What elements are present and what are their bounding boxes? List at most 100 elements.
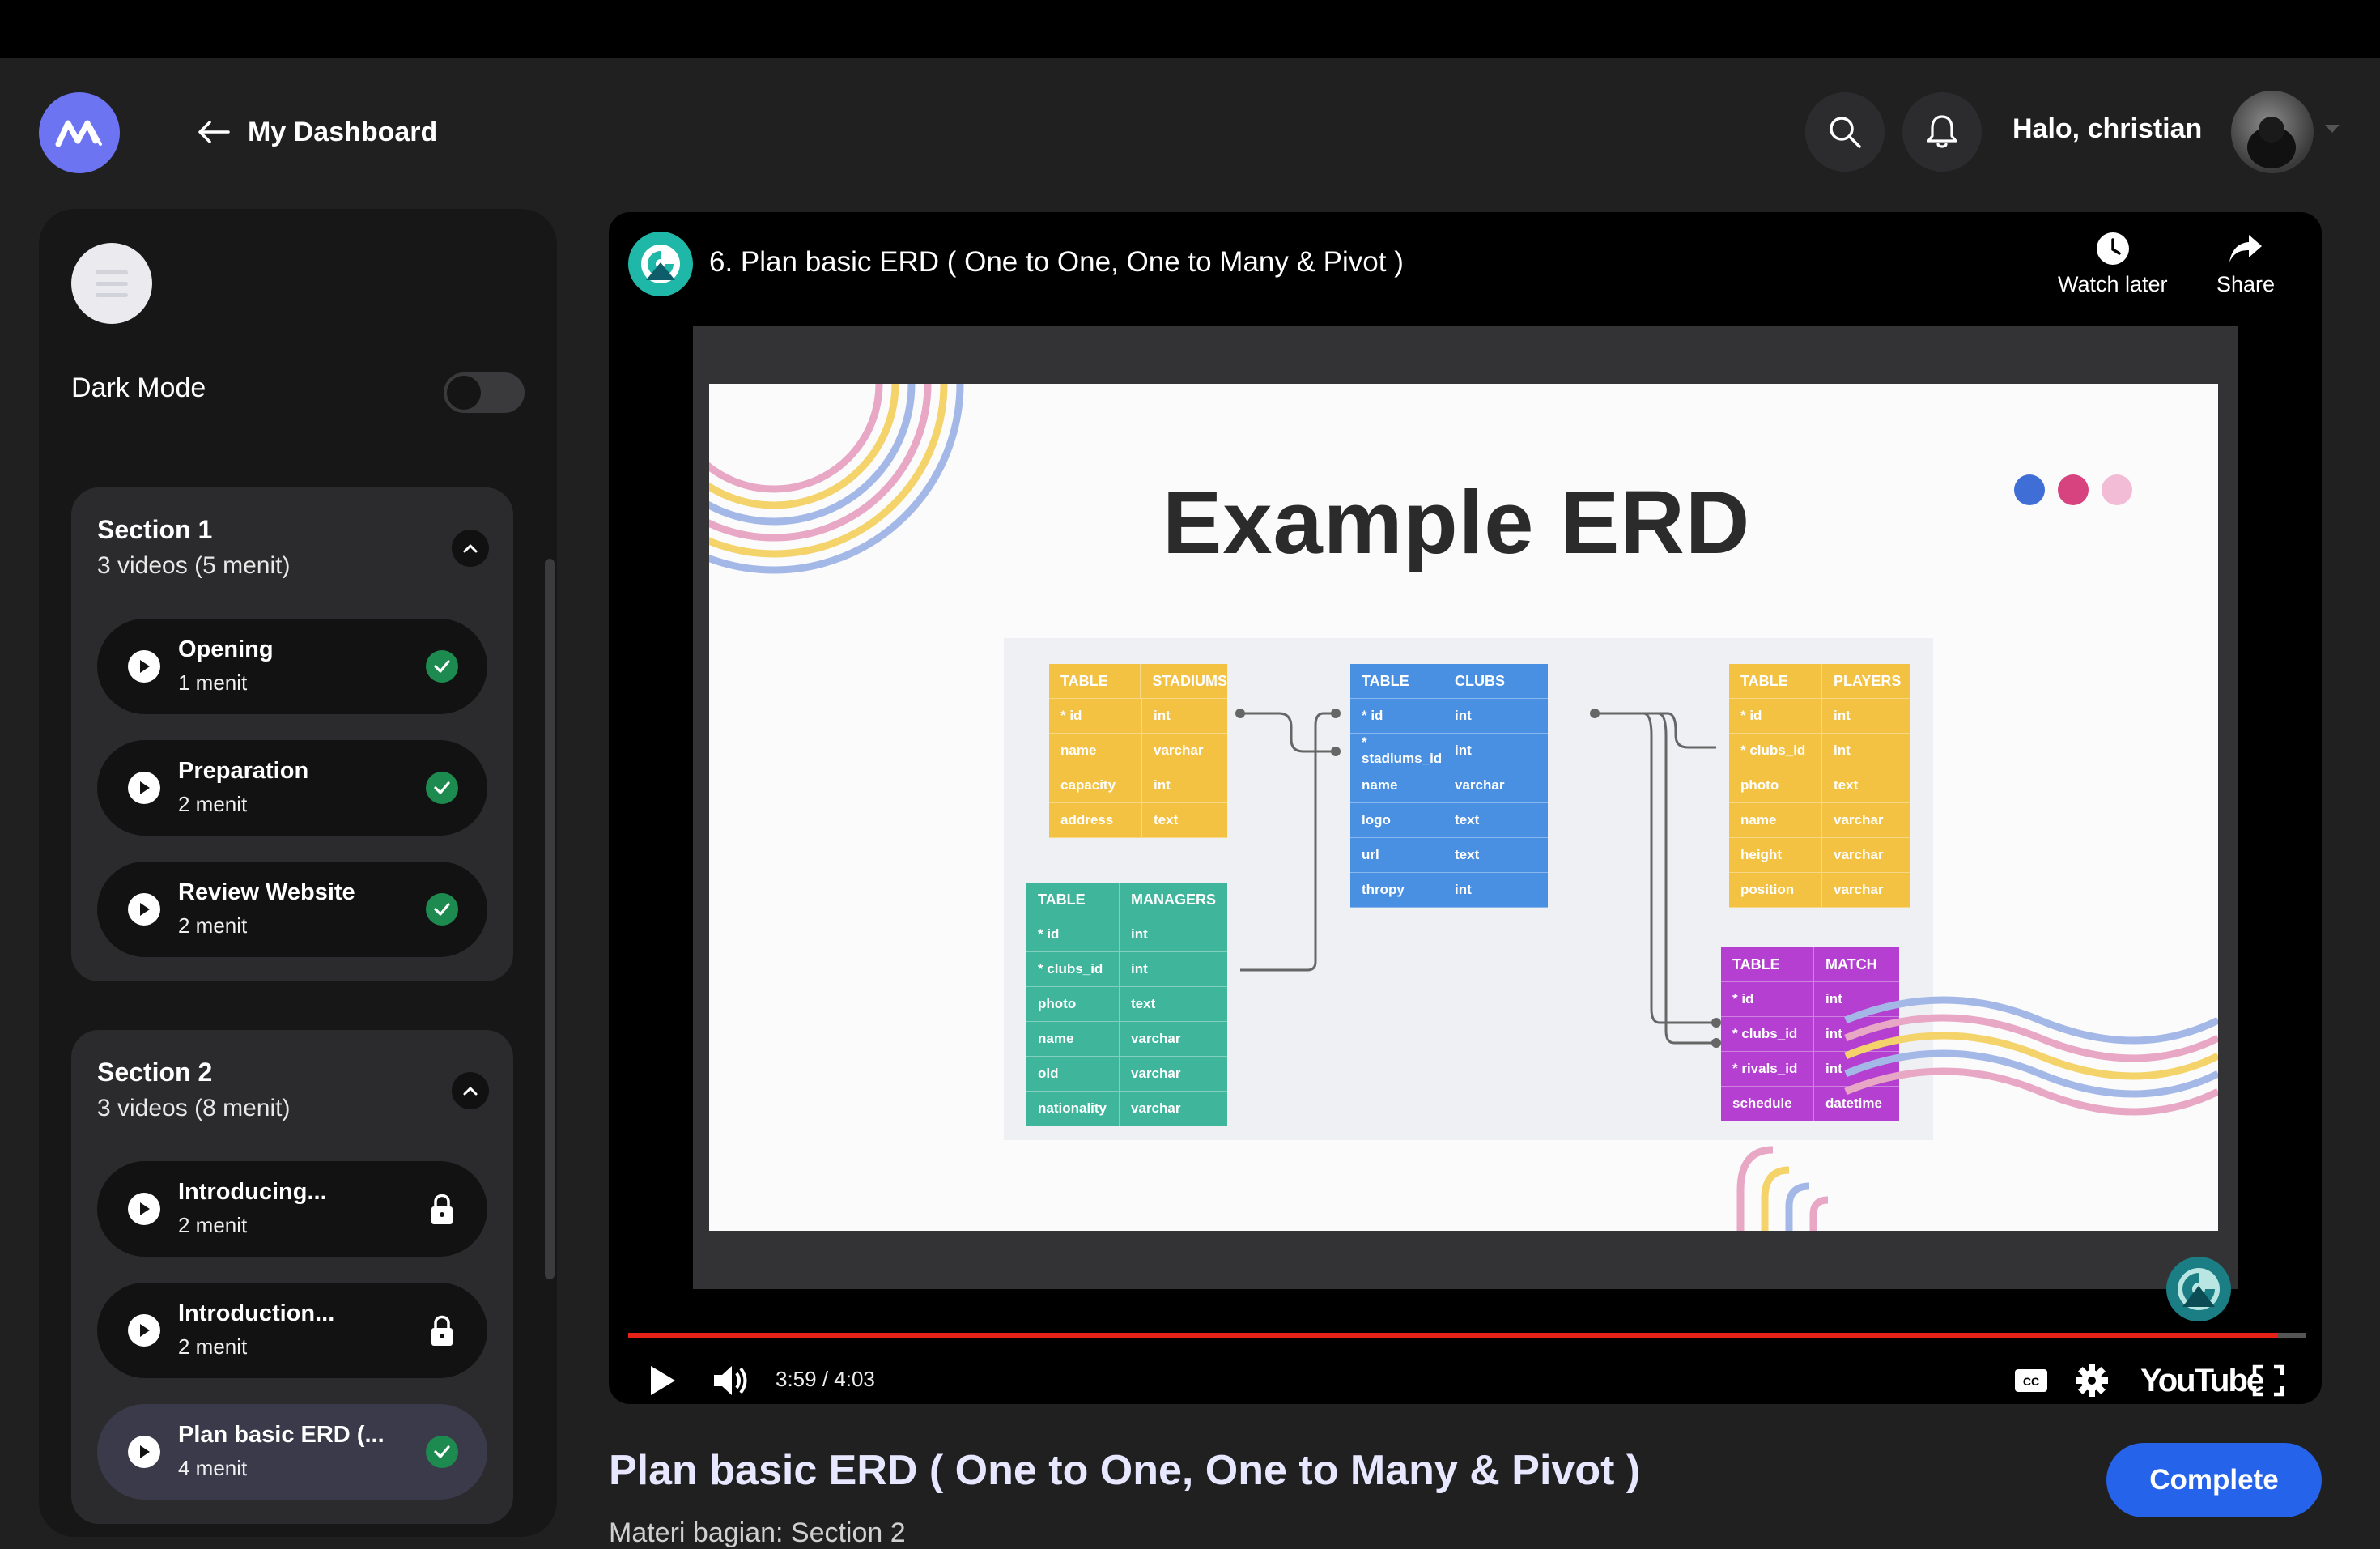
notifications-button[interactable] (1902, 92, 1982, 172)
table-cell: varchar (1834, 847, 1884, 862)
lesson-duration: 2 menit (178, 913, 248, 938)
window-top-strip (0, 0, 2380, 58)
gear-icon (2076, 1364, 2108, 1397)
slide-dot (2014, 474, 2045, 505)
erd-table-managers: TABLE MANAGERS * id int * clubs_id int phot… (1026, 883, 1227, 1126)
table-row: old varchar (1026, 1057, 1227, 1092)
table-row: name varchar (1350, 768, 1548, 803)
video-frame[interactable]: Example ERD TABLE STADIUMS * id int name… (693, 326, 2238, 1289)
sidebar-scrollbar[interactable] (545, 559, 555, 1279)
lesson-title-heading: Plan basic ERD ( One to One, One to Many… (609, 1447, 1641, 1494)
table-cell: nationality (1026, 1092, 1120, 1126)
share-button[interactable]: Share (2216, 230, 2275, 297)
table-row: * id int (1049, 699, 1227, 734)
section-collapse-button[interactable] (452, 530, 489, 567)
video-title[interactable]: 6. Plan basic ERD ( One to One, One to M… (709, 246, 1404, 279)
erd-table-stadiums: TABLE STADIUMS * id int name varchar capaci… (1049, 664, 1227, 838)
lesson-title: Review Website (178, 879, 355, 905)
slide: Example ERD TABLE STADIUMS * id int name… (709, 384, 2218, 1231)
table-cell: height (1729, 838, 1822, 872)
menu-line-icon (96, 281, 128, 286)
table-cell: TABLE (1350, 664, 1443, 698)
menu-line-icon (96, 292, 128, 297)
play-icon (128, 1314, 160, 1347)
section-subtitle: 3 videos (5 menit) (97, 552, 291, 579)
table-cell: logo (1350, 803, 1443, 837)
lesson-item[interactable]: Opening 1 menit (97, 619, 487, 714)
lesson-duration: 2 menit (178, 792, 248, 816)
fullscreen-button[interactable] (2252, 1352, 2284, 1404)
table-cell: int (1154, 708, 1171, 723)
volume-icon (714, 1366, 747, 1395)
share-label: Share (2216, 272, 2276, 296)
section-title: Section 1 (97, 515, 213, 544)
table-cell: text (1455, 847, 1480, 862)
settings-button[interactable] (2074, 1352, 2110, 1404)
section-collapse-button[interactable] (452, 1072, 489, 1109)
lesson-title: Introduction... (178, 1300, 335, 1326)
channel-logo[interactable] (628, 232, 693, 296)
video-player[interactable]: 6. Plan basic ERD ( One to One, One to M… (609, 212, 2322, 1404)
play-button[interactable] (646, 1352, 678, 1404)
table-cell: old (1026, 1057, 1120, 1091)
lesson-item[interactable]: Introducing... 2 menit (97, 1161, 487, 1257)
menu-button[interactable] (71, 243, 152, 324)
lesson-item[interactable]: Preparation 2 menit (97, 740, 487, 836)
lesson-item[interactable]: Review Website 2 menit (97, 862, 487, 957)
play-icon (128, 772, 160, 804)
play-icon (128, 1436, 160, 1468)
table-cell: MATCH (1825, 955, 1877, 972)
table-row: photo text (1026, 987, 1227, 1022)
watch-later-button[interactable]: Watch later (2058, 230, 2168, 297)
youtube-logo-button[interactable]: YouTube (2140, 1352, 2264, 1404)
table-cell: int (1834, 708, 1851, 723)
table-cell: TABLE (1729, 664, 1822, 698)
chevron-down-icon[interactable] (2325, 125, 2340, 133)
course-sidebar: Dark Mode Section 1 3 videos (5 menit) O… (39, 209, 557, 1537)
erd-table-clubs: TABLE CLUBS * id int * stadiums_id int name… (1350, 664, 1548, 908)
table-cell: varchar (1834, 812, 1884, 828)
complete-button[interactable]: Complete (2106, 1443, 2322, 1517)
section-2: Section 2 3 videos (8 menit) Introducing… (71, 1030, 513, 1524)
table-row: * clubs_id int (1729, 734, 1910, 768)
captions-button[interactable]: CC (2012, 1352, 2050, 1404)
table-cell: varchar (1131, 1031, 1181, 1046)
section-subtitle: 3 videos (8 menit) (97, 1095, 291, 1121)
app-logo[interactable] (39, 92, 120, 173)
table-row: capacity int (1049, 768, 1227, 803)
section-title: Section 2 (97, 1057, 213, 1087)
table-cell: PLAYERS (1834, 672, 1902, 689)
volume-button[interactable] (711, 1352, 750, 1404)
table-cell: TABLE (1721, 947, 1814, 981)
table-cell: STADIUMS (1152, 672, 1227, 689)
table-cell: * clubs_id (1026, 952, 1120, 986)
channel-watermark[interactable] (2166, 1257, 2231, 1321)
table-header-row: TABLE PLAYERS (1729, 664, 1910, 699)
check-icon (426, 650, 458, 683)
table-header-row: TABLE MANAGERS (1026, 883, 1227, 917)
table-header-row: TABLE MATCH (1721, 947, 1899, 982)
menu-line-icon (96, 270, 128, 274)
user-avatar[interactable] (2231, 91, 2314, 173)
lesson-item-active[interactable]: Plan basic ERD (... 4 menit (97, 1404, 487, 1500)
lesson-title: Preparation (178, 758, 309, 784)
table-row: * id int (1026, 917, 1227, 952)
table-row: position varchar (1729, 873, 1910, 908)
table-row: logo text (1350, 803, 1548, 838)
erd-table-players: TABLE PLAYERS * id int * clubs_id int photo… (1729, 664, 1910, 908)
search-icon (1830, 117, 1861, 148)
table-row: * clubs_id int (1026, 952, 1227, 987)
table-cell: varchar (1154, 743, 1204, 758)
decorative-arcs-top (709, 384, 964, 574)
back-to-dashboard[interactable]: My Dashboard (198, 107, 437, 157)
table-cell: * id (1350, 699, 1443, 733)
channel-logo-icon (641, 245, 680, 283)
dark-mode-toggle[interactable] (444, 372, 525, 413)
table-cell: photo (1729, 768, 1822, 802)
check-icon (426, 1436, 458, 1468)
table-cell: int (1154, 777, 1171, 793)
lesson-item[interactable]: Introduction... 2 menit (97, 1283, 487, 1378)
table-cell: int (1455, 743, 1472, 758)
search-button[interactable] (1805, 92, 1885, 172)
table-cell: varchar (1131, 1066, 1181, 1081)
